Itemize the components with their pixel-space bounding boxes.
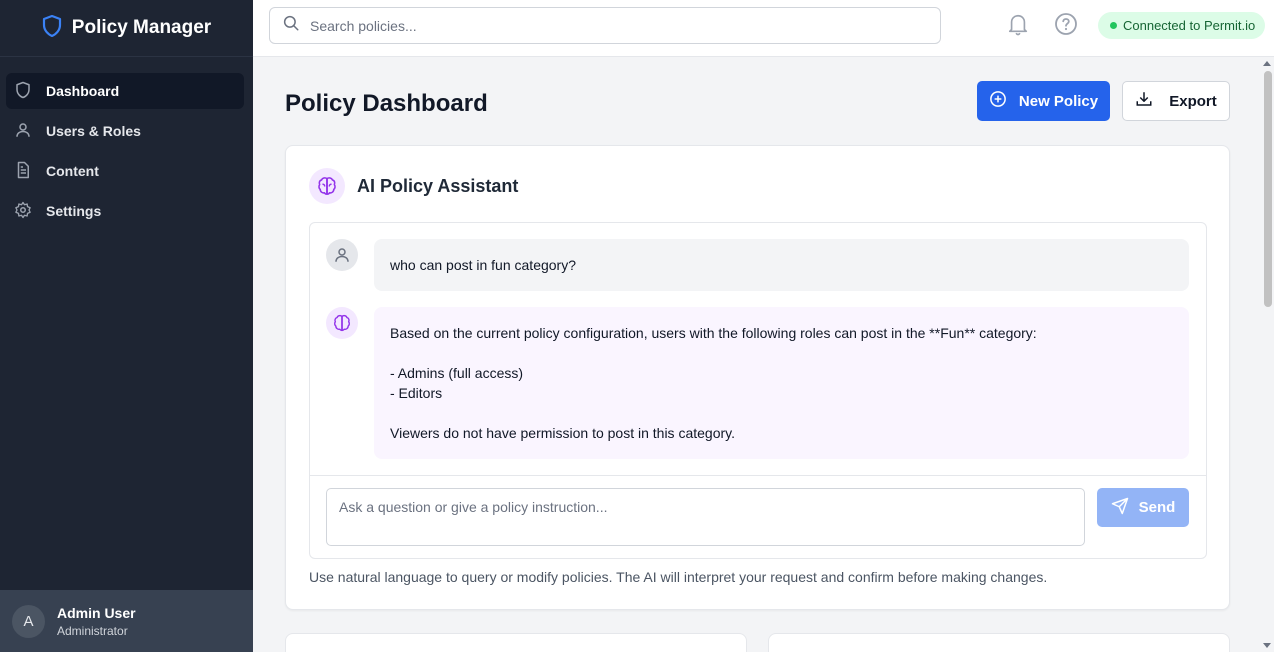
download-icon xyxy=(1135,90,1153,112)
user-icon xyxy=(14,121,32,142)
help-button[interactable] xyxy=(1053,12,1079,41)
brain-icon xyxy=(326,307,358,339)
sidebar-item-users-roles[interactable]: Users & Roles xyxy=(6,113,244,149)
chat-composer: Send xyxy=(310,475,1206,558)
main-content: Policy Dashboard New Policy Export AI Po… xyxy=(253,57,1261,652)
sidebar-item-label: Content xyxy=(46,163,99,179)
status-dot-icon xyxy=(1110,22,1117,29)
user-profile[interactable]: A Admin User Administrator xyxy=(0,590,253,652)
scroll-down-arrow-icon[interactable] xyxy=(1263,643,1271,648)
notifications-button[interactable] xyxy=(1005,13,1031,39)
brain-icon xyxy=(309,168,345,204)
ai-message-bubble: Based on the current policy configuratio… xyxy=(374,307,1189,459)
user-message-bubble: who can post in fun category? xyxy=(374,239,1189,291)
user-role: Administrator xyxy=(57,623,128,638)
assistant-hint: Use natural language to query or modify … xyxy=(309,569,1048,585)
plus-circle-icon xyxy=(989,90,1007,112)
scroll-up-arrow-icon[interactable] xyxy=(1263,61,1271,66)
send-button[interactable]: Send xyxy=(1097,488,1189,527)
connection-status-badge: Connected to Permit.io xyxy=(1098,12,1266,39)
page-title: Policy Dashboard xyxy=(285,90,488,117)
chat-panel: who can post in fun category? Based on t… xyxy=(309,222,1207,559)
sidebar-nav: Dashboard Users & Roles Content Settings xyxy=(0,57,253,229)
shield-logo-icon xyxy=(42,14,62,42)
help-icon xyxy=(1054,12,1078,41)
sidebar-item-dashboard[interactable]: Dashboard xyxy=(6,73,244,109)
send-icon xyxy=(1111,497,1129,519)
brand[interactable]: Policy Manager xyxy=(0,0,253,57)
export-button[interactable]: Export xyxy=(1122,81,1230,121)
scroll-thumb[interactable] xyxy=(1264,71,1272,307)
chat-message-user: who can post in fun category? xyxy=(326,239,1189,291)
ai-assistant-card: AI Policy Assistant who can post in fun … xyxy=(285,145,1230,610)
status-text: Connected to Permit.io xyxy=(1123,18,1256,33)
new-policy-label: New Policy xyxy=(1018,92,1099,110)
search-box[interactable] xyxy=(269,7,941,44)
avatar: A xyxy=(12,604,45,638)
sidebar-item-settings[interactable]: Settings xyxy=(6,193,244,229)
sidebar-item-label: Users & Roles xyxy=(46,123,141,139)
topbar: Connected to Permit.io xyxy=(253,0,1274,57)
app-title: Policy Manager xyxy=(71,17,212,38)
chat-message-ai: Based on the current policy configuratio… xyxy=(326,307,1189,459)
bottom-card-right xyxy=(768,633,1230,652)
message-text: who can post in fun category? xyxy=(390,257,577,273)
page-scrollbar[interactable] xyxy=(1261,57,1274,652)
sidebar-item-label: Dashboard xyxy=(46,83,120,99)
new-policy-button[interactable]: New Policy xyxy=(977,81,1110,121)
bottom-card-left xyxy=(285,633,747,652)
message-text: Based on the current policy configuratio… xyxy=(390,325,1037,441)
user-name: Admin User xyxy=(57,604,136,621)
sidebar: Policy Manager Dashboard Users & Roles C… xyxy=(0,0,253,652)
export-label: Export xyxy=(1169,92,1217,110)
assistant-title: AI Policy Assistant xyxy=(357,175,519,196)
bell-icon xyxy=(1007,12,1029,41)
user-avatar-icon xyxy=(326,239,358,271)
search-input[interactable] xyxy=(310,17,910,34)
search-icon xyxy=(282,14,300,37)
card-header: AI Policy Assistant xyxy=(309,168,518,204)
document-icon xyxy=(14,161,32,182)
send-label: Send xyxy=(1138,499,1176,516)
policy-question-input[interactable] xyxy=(326,488,1085,546)
gear-icon xyxy=(14,201,32,222)
shield-icon xyxy=(14,81,32,102)
sidebar-item-content[interactable]: Content xyxy=(6,153,244,189)
sidebar-item-label: Settings xyxy=(46,203,102,219)
